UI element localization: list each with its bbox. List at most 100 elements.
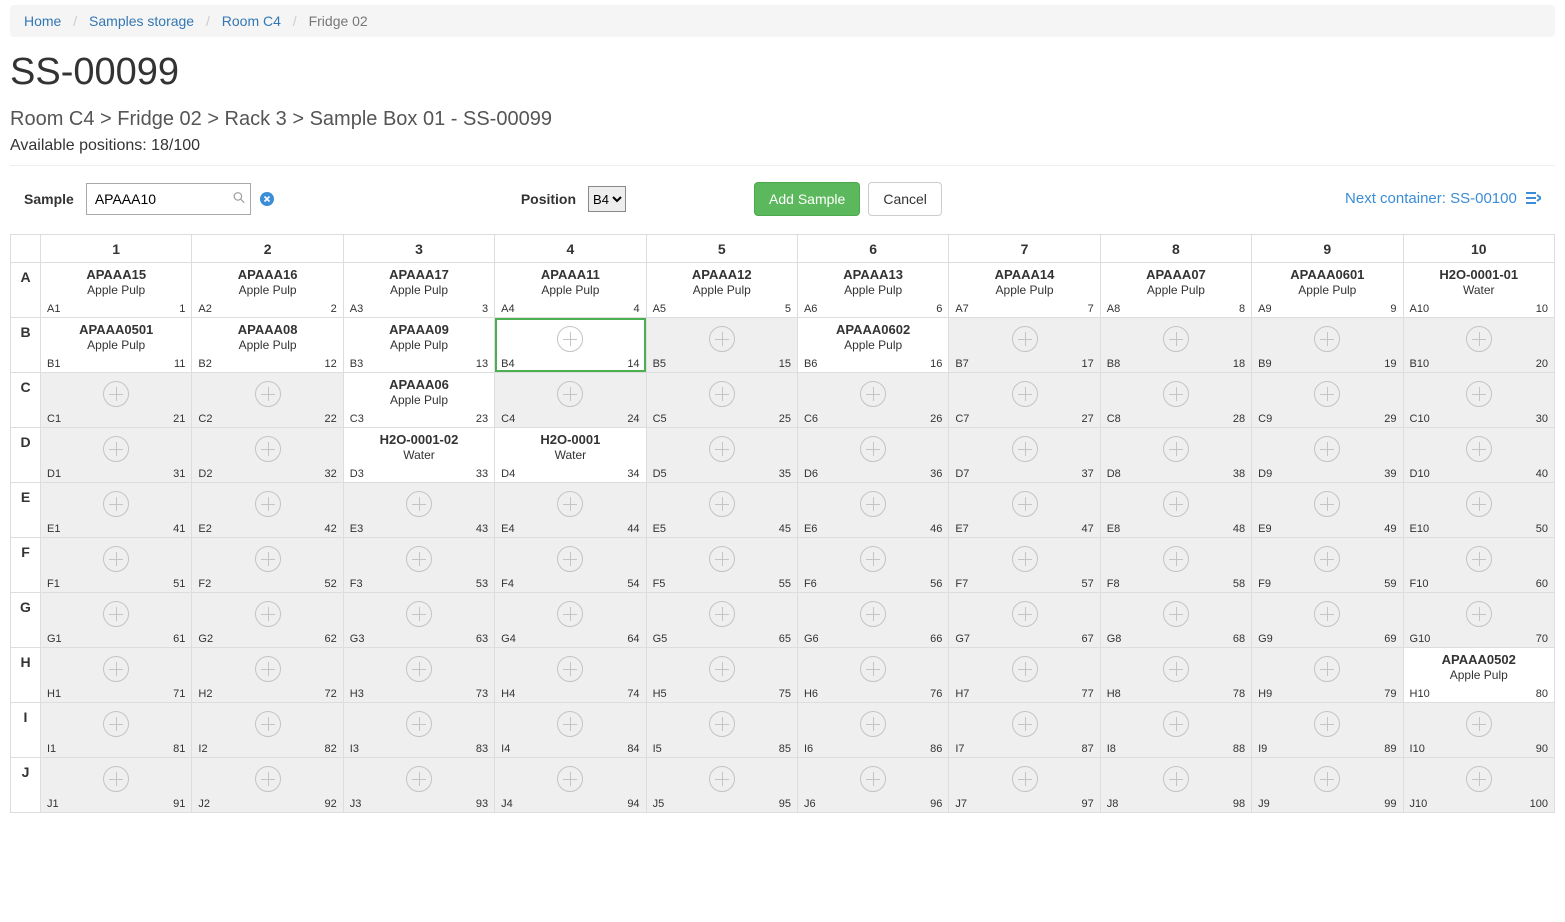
sample-input[interactable] bbox=[86, 183, 251, 215]
add-icon[interactable] bbox=[103, 766, 129, 792]
grid-cell-J3[interactable]: J393 bbox=[343, 758, 494, 813]
grid-cell-C7[interactable]: C727 bbox=[949, 373, 1100, 428]
grid-cell-H1[interactable]: H171 bbox=[41, 648, 192, 703]
grid-cell-C2[interactable]: C222 bbox=[192, 373, 343, 428]
grid-cell-B10[interactable]: B1020 bbox=[1403, 318, 1554, 373]
add-icon[interactable] bbox=[709, 326, 735, 352]
grid-cell-E3[interactable]: E343 bbox=[343, 483, 494, 538]
add-icon[interactable] bbox=[1012, 656, 1038, 682]
grid-cell-I6[interactable]: I686 bbox=[797, 703, 948, 758]
add-icon[interactable] bbox=[103, 656, 129, 682]
grid-cell-C6[interactable]: C626 bbox=[797, 373, 948, 428]
add-icon[interactable] bbox=[406, 491, 432, 517]
grid-cell-G7[interactable]: G767 bbox=[949, 593, 1100, 648]
grid-cell-A10[interactable]: H2O-0001-01WaterA1010 bbox=[1403, 263, 1554, 318]
add-icon[interactable] bbox=[860, 546, 886, 572]
add-icon[interactable] bbox=[860, 766, 886, 792]
add-icon[interactable] bbox=[709, 601, 735, 627]
grid-cell-H7[interactable]: H777 bbox=[949, 648, 1100, 703]
grid-cell-E2[interactable]: E242 bbox=[192, 483, 343, 538]
add-icon[interactable] bbox=[1314, 656, 1340, 682]
add-icon[interactable] bbox=[860, 656, 886, 682]
add-icon[interactable] bbox=[1163, 381, 1189, 407]
grid-cell-D4[interactable]: H2O-0001WaterD434 bbox=[495, 428, 646, 483]
add-icon[interactable] bbox=[1163, 436, 1189, 462]
add-icon[interactable] bbox=[1012, 711, 1038, 737]
grid-cell-J2[interactable]: J292 bbox=[192, 758, 343, 813]
add-icon[interactable] bbox=[1314, 711, 1340, 737]
grid-cell-G6[interactable]: G666 bbox=[797, 593, 948, 648]
add-icon[interactable] bbox=[557, 546, 583, 572]
clear-sample-icon[interactable] bbox=[259, 191, 275, 207]
add-icon[interactable] bbox=[1314, 381, 1340, 407]
grid-cell-H4[interactable]: H474 bbox=[495, 648, 646, 703]
add-icon[interactable] bbox=[255, 711, 281, 737]
add-icon[interactable] bbox=[255, 546, 281, 572]
grid-cell-F9[interactable]: F959 bbox=[1252, 538, 1403, 593]
grid-cell-G1[interactable]: G161 bbox=[41, 593, 192, 648]
add-icon[interactable] bbox=[1314, 601, 1340, 627]
add-icon[interactable] bbox=[255, 656, 281, 682]
add-icon[interactable] bbox=[1466, 766, 1492, 792]
grid-cell-F6[interactable]: F656 bbox=[797, 538, 948, 593]
add-icon[interactable] bbox=[557, 491, 583, 517]
add-icon[interactable] bbox=[1466, 436, 1492, 462]
grid-cell-F3[interactable]: F353 bbox=[343, 538, 494, 593]
grid-cell-D5[interactable]: D535 bbox=[646, 428, 797, 483]
grid-cell-B8[interactable]: B818 bbox=[1100, 318, 1251, 373]
add-icon[interactable] bbox=[406, 601, 432, 627]
grid-cell-B9[interactable]: B919 bbox=[1252, 318, 1403, 373]
list-icon[interactable] bbox=[1525, 191, 1541, 209]
next-container-link[interactable]: SS-00100 bbox=[1450, 190, 1517, 207]
breadcrumb-link-home[interactable]: Home bbox=[24, 13, 61, 29]
grid-cell-H8[interactable]: H878 bbox=[1100, 648, 1251, 703]
grid-cell-E7[interactable]: E747 bbox=[949, 483, 1100, 538]
grid-cell-I5[interactable]: I585 bbox=[646, 703, 797, 758]
add-icon[interactable] bbox=[1012, 546, 1038, 572]
grid-cell-J9[interactable]: J999 bbox=[1252, 758, 1403, 813]
grid-cell-B5[interactable]: B515 bbox=[646, 318, 797, 373]
grid-cell-J8[interactable]: J898 bbox=[1100, 758, 1251, 813]
add-icon[interactable] bbox=[1466, 381, 1492, 407]
grid-cell-D9[interactable]: D939 bbox=[1252, 428, 1403, 483]
add-icon[interactable] bbox=[1314, 491, 1340, 517]
add-icon[interactable] bbox=[255, 766, 281, 792]
position-select[interactable]: B4 bbox=[588, 186, 626, 212]
add-icon[interactable] bbox=[103, 711, 129, 737]
add-icon[interactable] bbox=[709, 491, 735, 517]
grid-cell-B1[interactable]: APAAA0501Apple PulpB111 bbox=[41, 318, 192, 373]
grid-cell-E6[interactable]: E646 bbox=[797, 483, 948, 538]
grid-cell-E9[interactable]: E949 bbox=[1252, 483, 1403, 538]
grid-cell-B4[interactable]: B414 bbox=[495, 318, 646, 373]
add-icon[interactable] bbox=[557, 601, 583, 627]
grid-cell-G5[interactable]: G565 bbox=[646, 593, 797, 648]
add-icon[interactable] bbox=[103, 381, 129, 407]
grid-cell-D2[interactable]: D232 bbox=[192, 428, 343, 483]
add-icon[interactable] bbox=[406, 546, 432, 572]
add-icon[interactable] bbox=[103, 601, 129, 627]
add-icon[interactable] bbox=[103, 546, 129, 572]
grid-cell-H3[interactable]: H373 bbox=[343, 648, 494, 703]
grid-cell-A4[interactable]: APAAA11Apple PulpA44 bbox=[495, 263, 646, 318]
grid-cell-G3[interactable]: G363 bbox=[343, 593, 494, 648]
grid-cell-A8[interactable]: APAAA07Apple PulpA88 bbox=[1100, 263, 1251, 318]
grid-cell-E5[interactable]: E545 bbox=[646, 483, 797, 538]
grid-cell-C1[interactable]: C121 bbox=[41, 373, 192, 428]
add-icon[interactable] bbox=[709, 656, 735, 682]
grid-cell-C10[interactable]: C1030 bbox=[1403, 373, 1554, 428]
grid-cell-H2[interactable]: H272 bbox=[192, 648, 343, 703]
grid-cell-F1[interactable]: F151 bbox=[41, 538, 192, 593]
add-icon[interactable] bbox=[1163, 601, 1189, 627]
add-sample-button[interactable]: Add Sample bbox=[754, 182, 860, 216]
grid-cell-A7[interactable]: APAAA14Apple PulpA77 bbox=[949, 263, 1100, 318]
add-icon[interactable] bbox=[557, 711, 583, 737]
grid-cell-F4[interactable]: F454 bbox=[495, 538, 646, 593]
grid-cell-I2[interactable]: I282 bbox=[192, 703, 343, 758]
grid-cell-I1[interactable]: I181 bbox=[41, 703, 192, 758]
grid-cell-I10[interactable]: I1090 bbox=[1403, 703, 1554, 758]
add-icon[interactable] bbox=[1012, 601, 1038, 627]
add-icon[interactable] bbox=[103, 436, 129, 462]
add-icon[interactable] bbox=[406, 766, 432, 792]
grid-cell-C5[interactable]: C525 bbox=[646, 373, 797, 428]
add-icon[interactable] bbox=[1163, 766, 1189, 792]
